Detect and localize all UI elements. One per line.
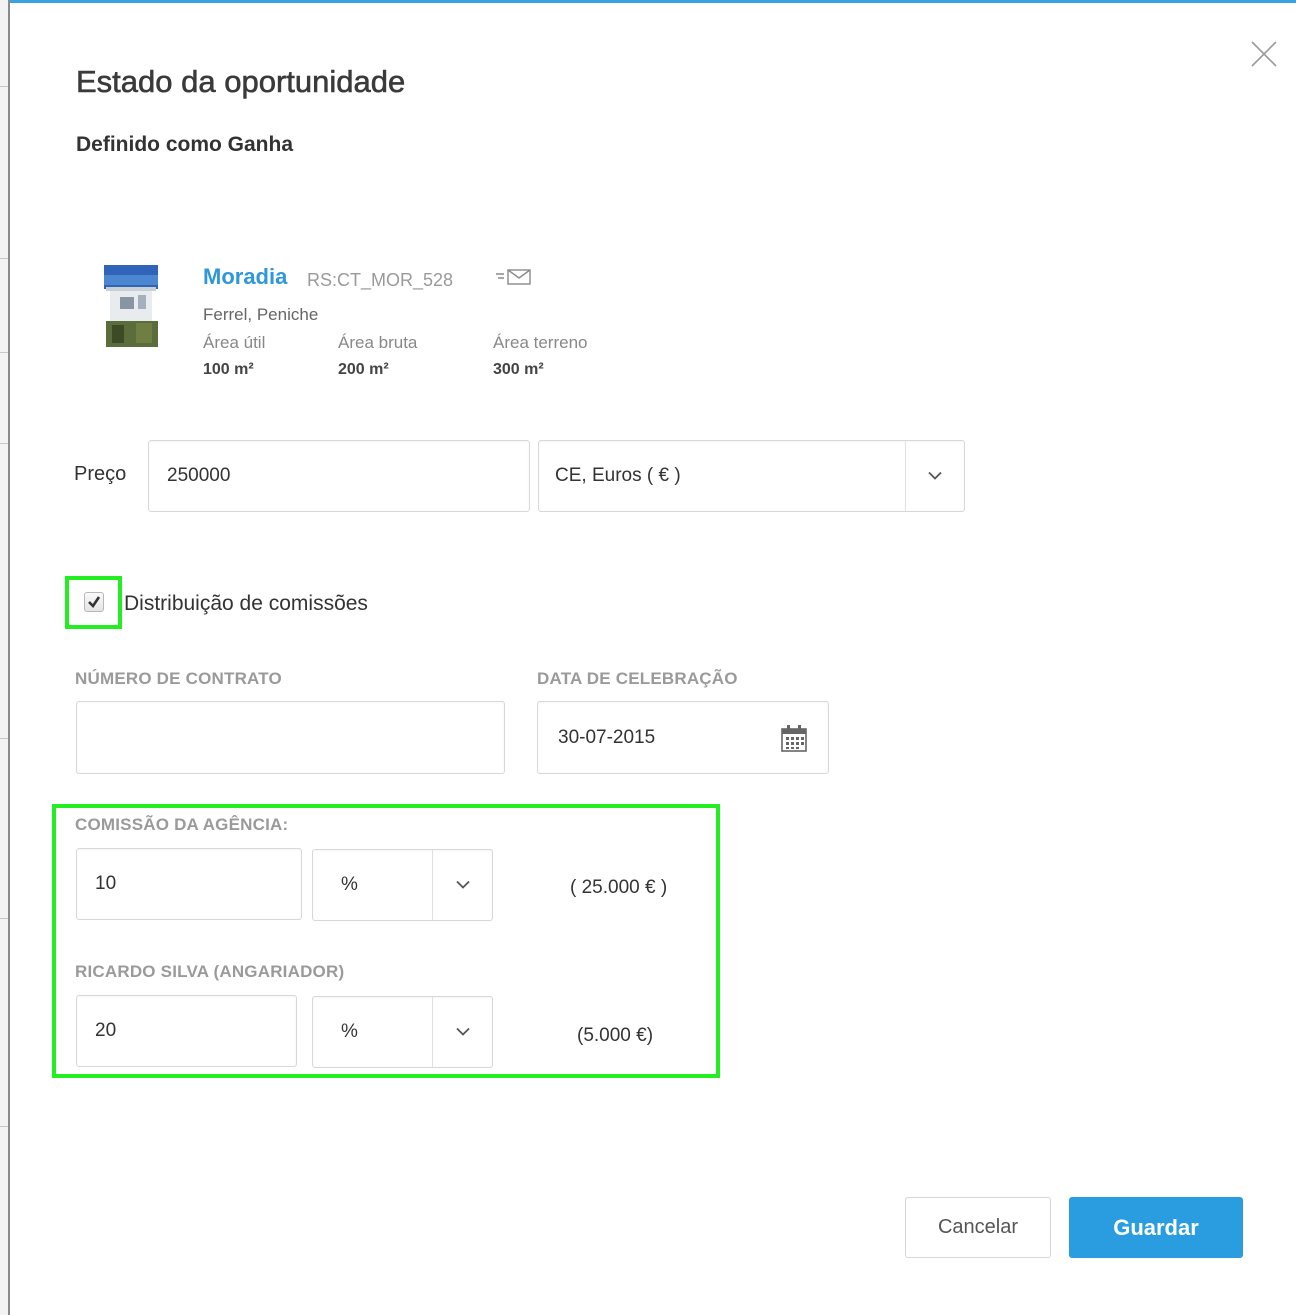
calendar-icon[interactable]	[780, 724, 808, 754]
stat-label-area-terreno: Área terreno	[493, 333, 588, 352]
stat-value-area-bruta: 200 m²	[338, 361, 389, 378]
send-mail-icon[interactable]	[494, 266, 534, 288]
stat-label-area-util: Área útil	[203, 333, 266, 352]
close-icon[interactable]	[1246, 36, 1282, 72]
modal-top-border	[0, 0, 1296, 3]
price-field-wrap	[148, 440, 530, 512]
property-thumbnail	[76, 265, 186, 347]
chevron-down-icon[interactable]	[905, 441, 964, 511]
property-reference: RS:CT_MOR_528	[307, 270, 454, 290]
agent-commission-label: RICARDO SILVA (ANGARIADOR)	[75, 962, 345, 981]
chevron-down-icon[interactable]	[432, 850, 492, 920]
agency-commission-amount: ( 25.000 € )	[570, 877, 668, 898]
contract-number-label: NÚMERO DE CONTRATO	[75, 669, 282, 688]
agency-unit-value: %	[341, 874, 358, 895]
chevron-down-icon[interactable]	[432, 997, 492, 1067]
property-title-link[interactable]: Moradia	[203, 264, 287, 290]
celebration-date-label: DATA DE CELEBRAÇÃO	[537, 669, 738, 688]
agent-value-wrap	[76, 995, 297, 1067]
contract-number-input[interactable]	[77, 702, 504, 773]
property-location: Ferrel, Peniche	[203, 305, 319, 324]
agent-unit-value: %	[341, 1021, 358, 1042]
agent-unit-select[interactable]: %	[312, 996, 493, 1068]
stat-value-area-terreno: 300 m²	[493, 361, 544, 378]
contract-field-wrap	[76, 701, 505, 774]
agency-commission-label: COMISSÃO DA AGÊNCIA:	[75, 815, 289, 834]
modal-title: Estado da oportunidade	[76, 64, 406, 100]
price-input[interactable]	[149, 441, 529, 511]
agent-commission-amount: (5.000 €)	[577, 1025, 654, 1046]
commission-distribution-checkbox[interactable]	[84, 592, 104, 612]
agent-commission-input[interactable]	[77, 996, 296, 1066]
stat-label-area-bruta: Área bruta	[338, 333, 418, 352]
price-label: Preço	[74, 463, 127, 485]
background-page-edge	[0, 0, 10, 1315]
modal-subtitle: Definido como Ganha	[76, 133, 294, 156]
agency-unit-select[interactable]: %	[312, 849, 493, 921]
save-button[interactable]: Guardar	[1069, 1197, 1243, 1258]
agency-commission-input[interactable]	[77, 849, 301, 919]
commission-distribution-label: Distribuição de comissões	[124, 592, 368, 615]
agency-value-wrap	[76, 848, 302, 920]
cancel-button[interactable]: Cancelar	[905, 1197, 1051, 1258]
currency-select[interactable]: CE, Euros ( € )	[538, 440, 965, 512]
currency-selected-value: CE, Euros ( € )	[555, 465, 681, 486]
stat-value-area-util: 100 m²	[203, 361, 254, 378]
date-field-wrap	[537, 701, 829, 774]
